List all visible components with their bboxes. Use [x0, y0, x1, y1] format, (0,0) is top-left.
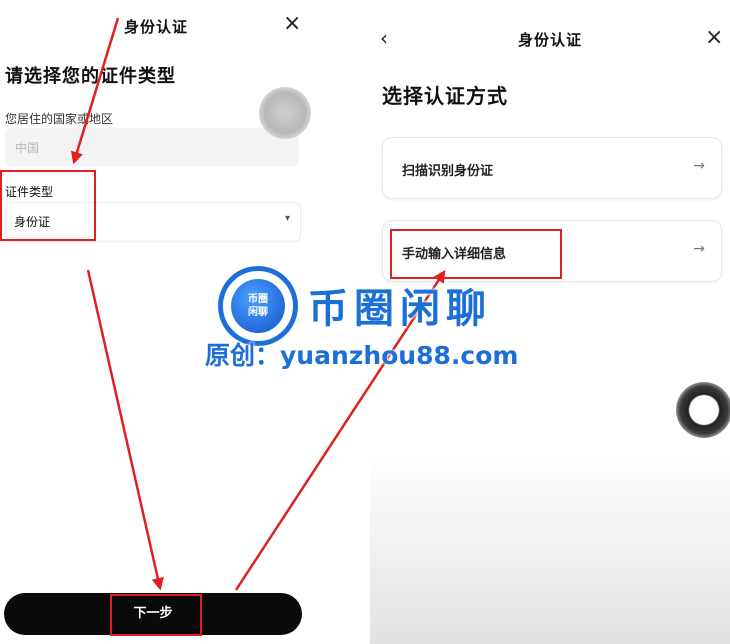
watermark-subtitle: 原创：yuanzhou88.com	[205, 341, 519, 370]
arrow-right-icon: →	[693, 158, 705, 174]
country-field[interactable]: 中国	[5, 128, 299, 166]
annotation-highlight-box	[0, 170, 96, 241]
annotation-highlight-box	[110, 594, 202, 636]
close-icon[interactable]: ×	[283, 13, 301, 35]
floating-assist-icon[interactable]	[259, 87, 311, 139]
option-scan-id[interactable]: 扫描识别身份证 →	[382, 137, 722, 199]
section-heading: 选择认证方式	[382, 84, 508, 108]
close-icon[interactable]: ×	[705, 27, 723, 49]
option-label: 扫描识别身份证	[402, 164, 494, 179]
country-placeholder: 中国	[15, 141, 40, 155]
watermark-logo-inner: 币圈 闲聊	[231, 279, 285, 333]
watermark-logo-text-2: 闲聊	[248, 307, 268, 318]
country-label: 您居住的国家或地区	[5, 112, 114, 126]
section-heading: 请选择您的证件类型	[5, 66, 176, 87]
floating-ring-icon[interactable]	[676, 382, 730, 438]
page-title: 身份认证	[517, 31, 582, 49]
page-title: 身份认证	[123, 18, 188, 36]
dropdown-caret-icon: ▾	[284, 213, 290, 224]
annotation-highlight-box	[390, 229, 562, 279]
arrow-right-icon: →	[693, 241, 705, 257]
watermark-logo: 币圈 闲聊	[218, 266, 298, 346]
watermark-title: 币圈闲聊	[308, 285, 492, 332]
watermark-logo-text-1: 币圈	[248, 294, 268, 305]
